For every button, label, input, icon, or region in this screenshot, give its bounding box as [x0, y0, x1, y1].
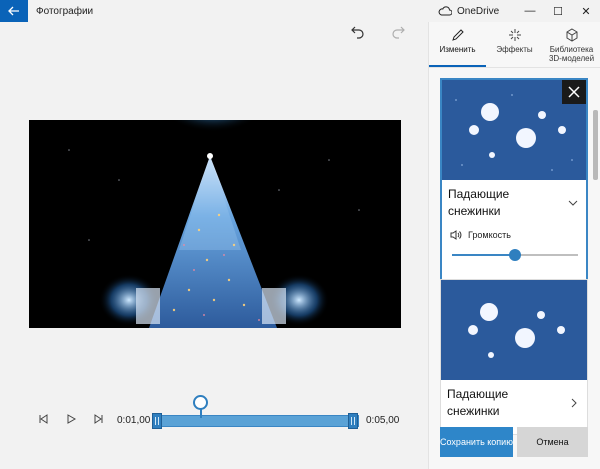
effect-title: Падающие снежинки — [448, 187, 510, 218]
window-controls: — ☐ ✕ — [516, 0, 600, 22]
video-preview[interactable] — [29, 120, 401, 328]
snowflakes-image — [441, 280, 587, 380]
effect-card[interactable]: Падающие снежинки — [440, 279, 588, 435]
close-button[interactable]: ✕ — [572, 0, 600, 22]
chevron-down-icon[interactable] — [568, 198, 578, 208]
snowflakes-thumbnail — [442, 80, 586, 180]
volume-row: Громкость — [450, 230, 511, 240]
edit-panel: Изменить Эффекты Библиотека 3D-моделей П… — [428, 22, 600, 469]
title-bar: Фотографии — [0, 0, 600, 22]
onedrive-status[interactable]: OneDrive — [438, 0, 499, 22]
timeline-track[interactable] — [153, 415, 359, 427]
panel-scrollbar[interactable] — [591, 72, 599, 432]
trim-end-handle[interactable] — [348, 413, 358, 429]
back-button[interactable] — [0, 0, 28, 22]
christmas-tree-image — [29, 120, 401, 328]
redo-icon — [392, 26, 405, 39]
tab-edit[interactable]: Изменить — [429, 22, 486, 67]
maximize-icon: ☐ — [553, 5, 563, 18]
play-icon — [67, 414, 76, 424]
maximize-button[interactable]: ☐ — [544, 0, 572, 22]
tab-3d-library[interactable]: Библиотека 3D-моделей — [543, 22, 600, 67]
undo-icon — [351, 26, 364, 39]
volume-slider[interactable] — [452, 249, 578, 261]
remove-effect-button[interactable] — [562, 80, 586, 104]
scrollbar-thumb[interactable] — [593, 110, 598, 180]
volume-label: Громкость — [468, 230, 511, 240]
onedrive-label: OneDrive — [457, 5, 500, 17]
tab-effects[interactable]: Эффекты — [486, 22, 543, 67]
snowflakes-thumbnail — [441, 280, 587, 380]
volume-slider-thumb[interactable] — [509, 249, 521, 261]
sparkle-icon — [508, 29, 521, 41]
tab-label: Эффекты — [496, 45, 533, 54]
minimize-button[interactable]: — — [516, 0, 544, 22]
redo-button[interactable] — [390, 24, 406, 40]
playback-controls — [36, 412, 106, 426]
cancel-button[interactable]: Отмена — [517, 427, 588, 457]
undo-button[interactable] — [350, 24, 366, 40]
playhead-handle[interactable] — [193, 395, 208, 410]
grip-icon — [351, 417, 355, 425]
chevron-right-icon[interactable] — [569, 398, 579, 408]
tab-label: Изменить — [439, 45, 476, 54]
cloud-icon — [438, 6, 452, 16]
minimize-icon: — — [524, 5, 536, 17]
close-icon: ✕ — [581, 5, 591, 18]
effect-card[interactable]: Падающие снежинки Громкость — [440, 78, 588, 289]
app-title: Фотографии — [36, 5, 94, 17]
arrow-left-icon — [8, 6, 19, 16]
step-forward-icon — [94, 414, 103, 424]
step-back-icon — [39, 414, 48, 424]
trim-start-handle[interactable] — [152, 413, 162, 429]
step-back-button[interactable] — [36, 412, 50, 426]
speaker-icon — [450, 230, 462, 240]
save-copy-button[interactable]: Сохранить копию — [440, 427, 513, 457]
play-button[interactable] — [64, 412, 78, 426]
trim-end-time: 0:05,00 — [366, 415, 400, 426]
panel-tabs: Изменить Эффекты Библиотека 3D-моделей — [429, 22, 600, 68]
close-icon — [568, 86, 580, 98]
cube-icon — [566, 28, 577, 42]
effect-title: Падающие снежинки — [447, 387, 509, 418]
tab-label: Библиотека 3D-моделей — [548, 45, 595, 63]
step-forward-button[interactable] — [92, 412, 106, 426]
pencil-icon — [451, 29, 464, 41]
volume-slider-fill — [452, 254, 515, 256]
grip-icon — [155, 417, 159, 425]
trim-start-time: 0:01,00 — [117, 415, 151, 426]
